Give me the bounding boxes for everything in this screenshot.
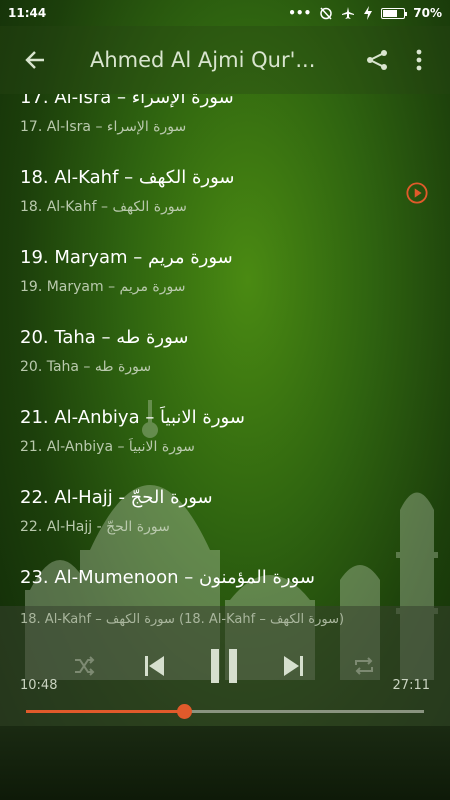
track-title: 20. Taha – سورة طه [20, 327, 189, 348]
list-item[interactable]: 23. Al-Mumenoon – سورة المؤمنون [0, 564, 450, 606]
repeat-button[interactable] [342, 644, 386, 688]
app-bar: Ahmed Al Ajmi Qur'... [0, 26, 450, 94]
player-controls: 18. Al-Kahf – سورة الكهف (18. Al-Kahf – … [0, 606, 450, 726]
total-duration: 27:11 [392, 678, 430, 693]
alarm-off-icon [320, 7, 333, 20]
track-title: 18. Al-Kahf – سورة الكهف [20, 167, 235, 188]
seek-bar[interactable] [26, 704, 424, 719]
track-subtitle: 22. Al-Hajj - سورة الحجّ [20, 519, 170, 535]
airplane-mode-icon [342, 7, 355, 19]
seek-thumb[interactable] [177, 704, 192, 719]
shuffle-button[interactable] [62, 644, 106, 688]
track-subtitle: 19. Maryam – سورة مريم [20, 279, 186, 295]
battery-icon [381, 7, 408, 19]
page-title: Ahmed Al Ajmi Qur'... [90, 48, 316, 72]
previous-button[interactable] [132, 644, 176, 688]
charging-icon [364, 6, 373, 20]
track-list[interactable]: 17. Al-Isra – سورة الإسراء 17. Al-Isra – … [0, 94, 450, 606]
list-item[interactable]: 18. Al-Kahf – سورة الكهف 18. Al-Kahf – سو… [0, 164, 450, 244]
pause-icon [211, 649, 237, 683]
list-item[interactable]: 21. Al-Anbiya – سورة الانبياَ 21. Al-Anbi… [0, 404, 450, 484]
track-title: 21. Al-Anbiya – سورة الانبياَ [20, 407, 245, 428]
now-playing-title: 18. Al-Kahf – سورة الكهف (18. Al-Kahf – … [20, 612, 345, 627]
track-subtitle: 18. Al-Kahf – سورة الكهف [20, 199, 187, 215]
track-subtitle: 20. Taha – سورة طه [20, 359, 152, 375]
list-item[interactable]: 19. Maryam – سورة مريم 19. Maryam – سورة … [0, 244, 450, 324]
skip-previous-icon [145, 656, 164, 676]
track-subtitle: 21. Al-Anbiya – سورة الانبياَ [20, 439, 195, 455]
repeat-icon [355, 657, 373, 675]
now-playing-icon [406, 182, 428, 204]
status-time: 11:44 [8, 6, 47, 20]
status-icons: ••• 70% [288, 6, 442, 20]
shuffle-icon [75, 656, 95, 676]
share-button[interactable] [355, 26, 399, 94]
list-item[interactable]: 17. Al-Isra – سورة الإسراء 17. Al-Isra – … [0, 94, 450, 164]
track-title: 22. Al-Hajj - سورة الحجّ [20, 487, 213, 508]
track-title: 19. Maryam – سورة مريم [20, 247, 233, 268]
next-button[interactable] [272, 644, 316, 688]
more-vert-icon [416, 49, 422, 71]
more-options-button[interactable] [399, 26, 439, 94]
bottom-area [0, 726, 450, 800]
pause-button[interactable] [202, 644, 246, 688]
seek-progress [26, 710, 184, 713]
signal-dots-icon: ••• [288, 6, 312, 20]
list-item[interactable]: 22. Al-Hajj - سورة الحجّ 22. Al-Hajj - سو… [0, 484, 450, 564]
arrow-back-icon [25, 51, 44, 69]
track-title: 17. Al-Isra – سورة الإسراء [20, 94, 234, 108]
skip-next-icon [284, 656, 303, 676]
elapsed-time: 10:48 [20, 678, 58, 693]
battery-percent: 70% [413, 6, 442, 20]
status-bar: 11:44 ••• 70% [0, 0, 450, 26]
track-title: 23. Al-Mumenoon – سورة المؤمنون [20, 567, 316, 588]
back-button[interactable] [0, 26, 70, 94]
track-subtitle: 17. Al-Isra – سورة الإسراء [20, 119, 187, 135]
list-item[interactable]: 20. Taha – سورة طه 20. Taha – سورة طه [0, 324, 450, 404]
share-icon [367, 50, 387, 70]
